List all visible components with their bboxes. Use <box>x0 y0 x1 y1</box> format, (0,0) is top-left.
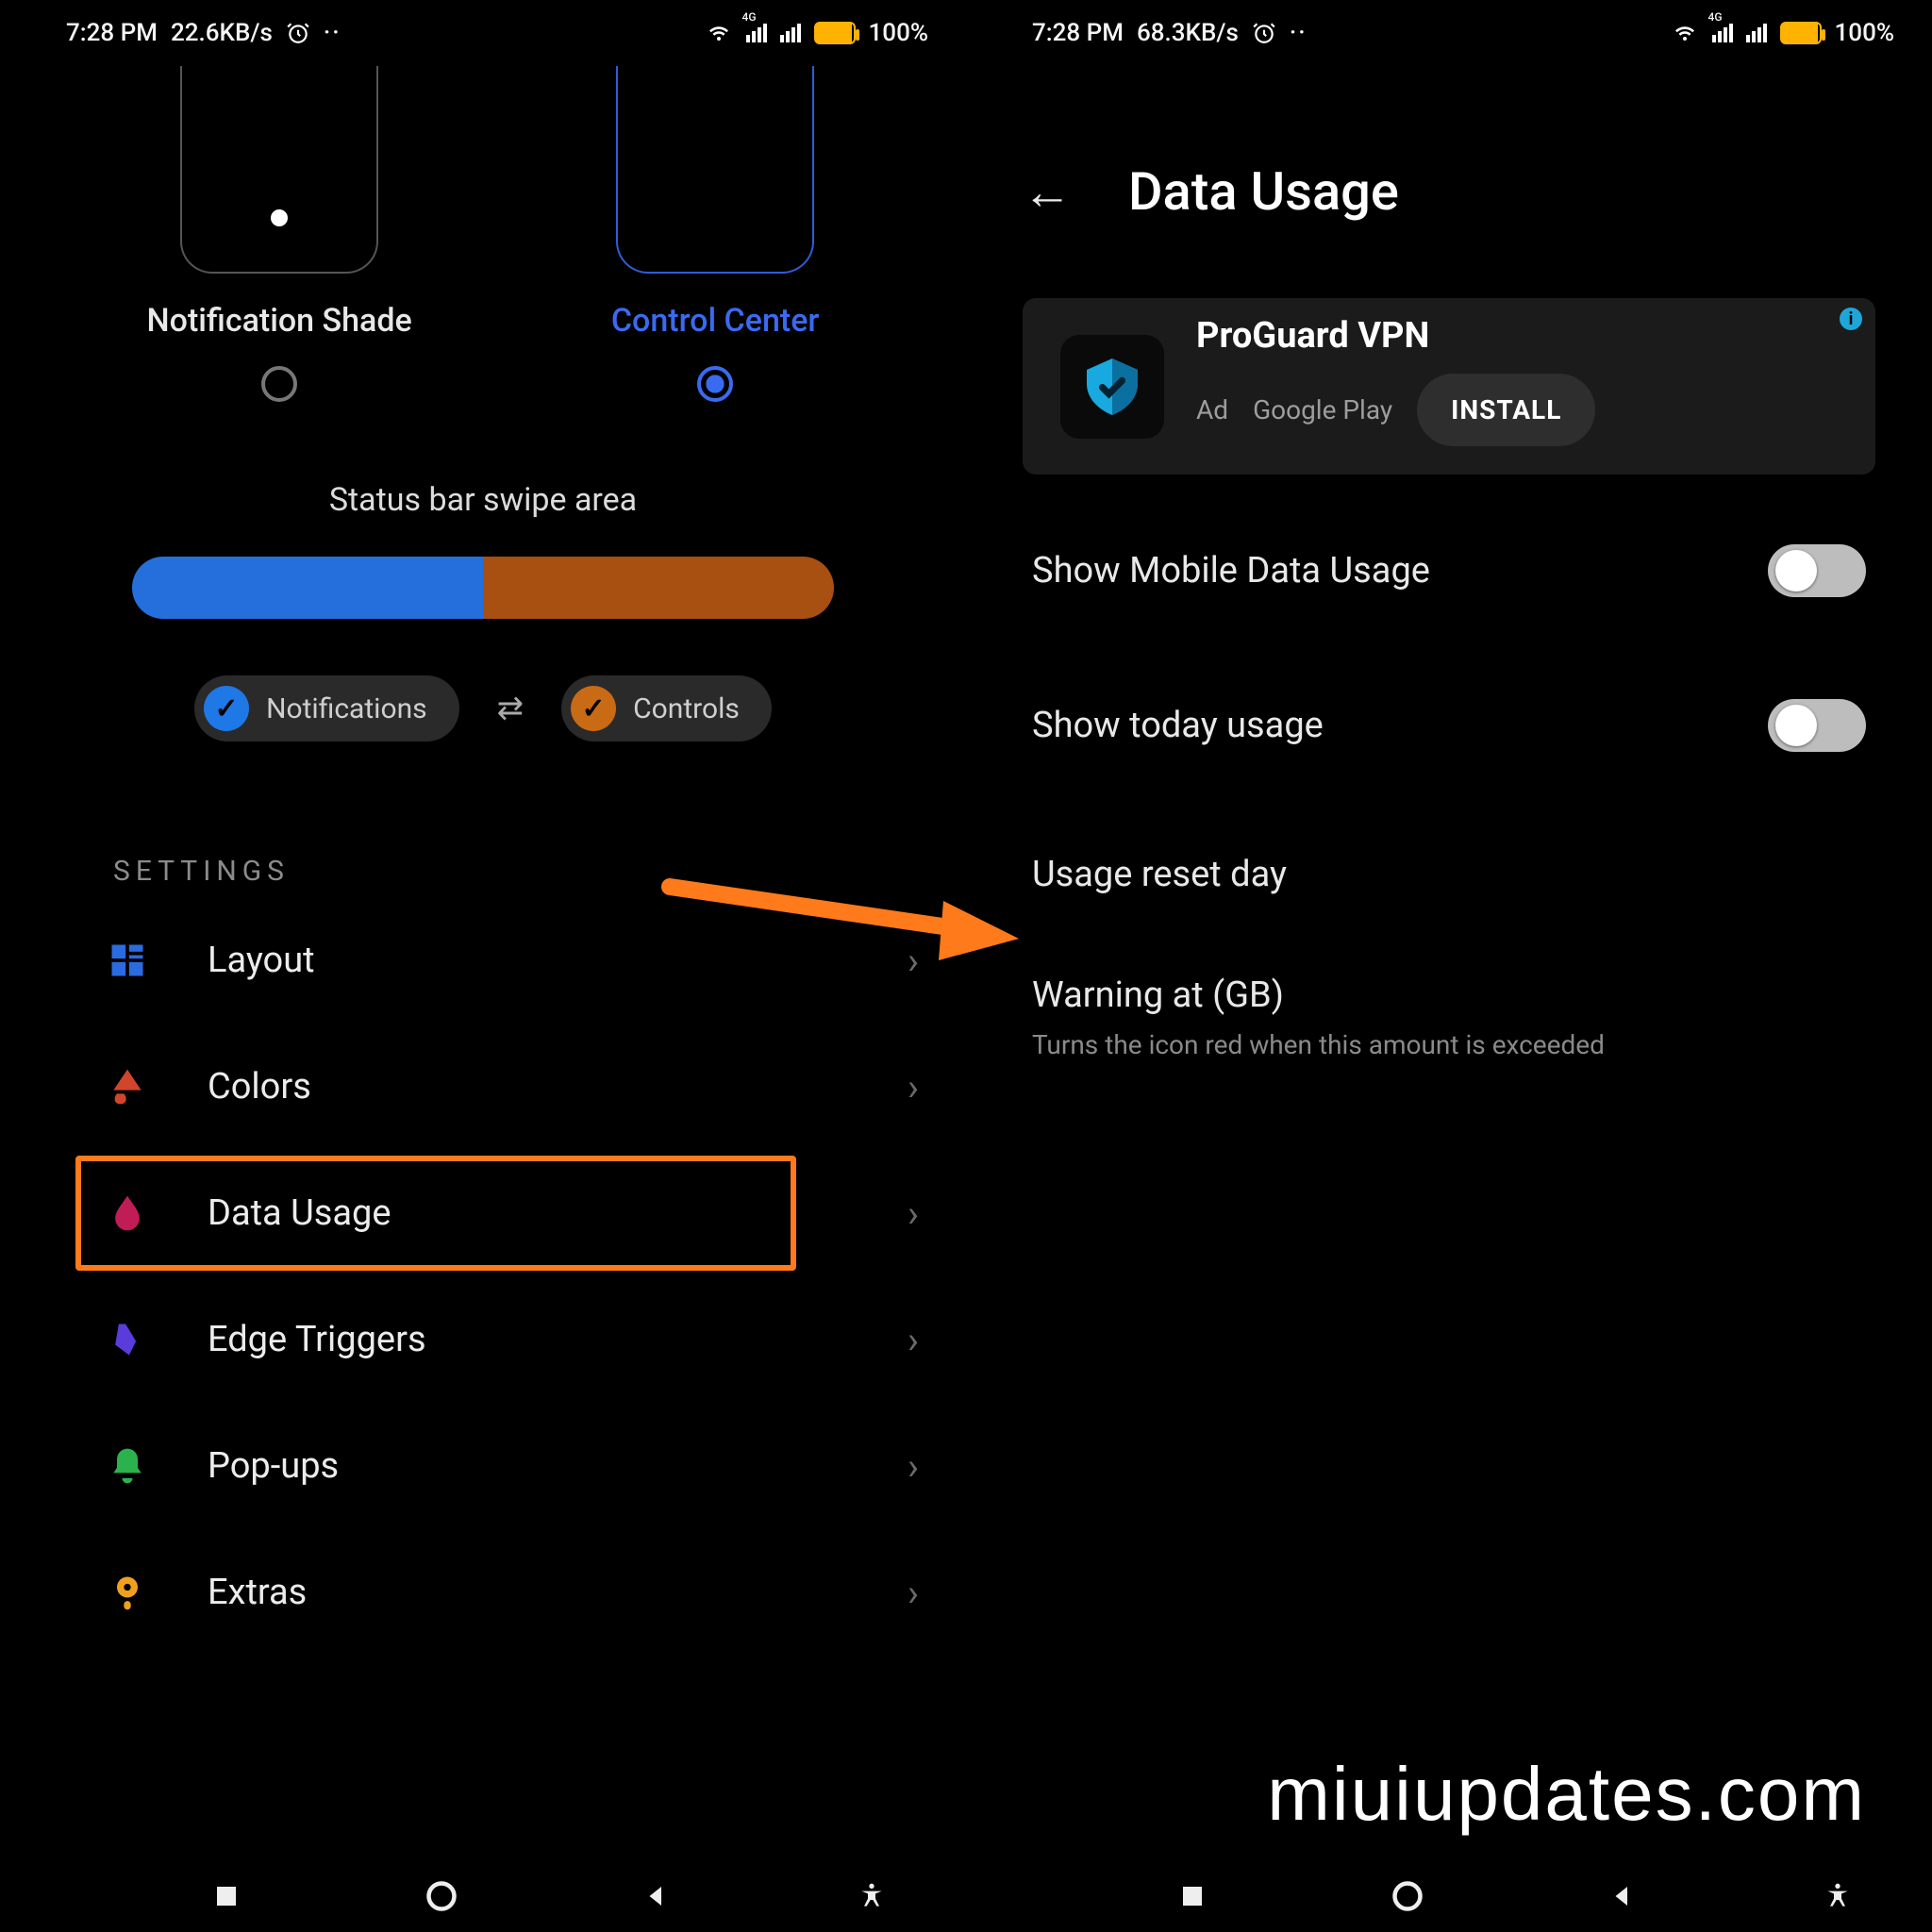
battery-icon <box>1780 22 1822 44</box>
nav-home-icon[interactable] <box>1389 1877 1426 1915</box>
chevron-right-icon: › <box>908 1444 919 1489</box>
chip-controls-label: Controls <box>633 692 740 725</box>
ad-tag: Ad <box>1196 394 1228 425</box>
ad-info-icon[interactable]: i <box>1840 308 1862 330</box>
setting-data-usage[interactable]: Data Usage › <box>0 1150 966 1276</box>
status-netspeed: 22.6KB/s <box>171 19 273 47</box>
signal-icon <box>1746 24 1767 42</box>
chip-notifications[interactable]: ✓ Notifications <box>194 675 459 741</box>
chevron-right-icon: › <box>908 939 919 983</box>
chip-notifications-label: Notifications <box>266 692 427 725</box>
pref-label: Show Mobile Data Usage <box>1032 550 1430 591</box>
wifi-icon <box>1671 22 1699 44</box>
more-dots-icon: ·· <box>324 19 341 47</box>
toggle-show-mobile[interactable] <box>1768 544 1866 597</box>
nav-home-icon[interactable] <box>423 1877 460 1915</box>
nav-back-icon[interactable] <box>1604 1877 1641 1915</box>
signal-icon <box>780 24 801 42</box>
setting-colors[interactable]: Colors › <box>0 1024 966 1150</box>
install-button[interactable]: INSTALL <box>1417 374 1595 446</box>
chevron-right-icon: › <box>908 1191 919 1236</box>
popups-icon <box>104 1442 151 1490</box>
setting-edge-triggers[interactable]: Edge Triggers › <box>0 1276 966 1403</box>
nav-bar <box>1174 1877 1857 1915</box>
setting-label: Extras <box>208 1572 851 1613</box>
status-battery-pct: 100% <box>869 19 928 47</box>
pref-subtitle: Turns the icon red when this amount is e… <box>1032 1025 1866 1065</box>
swipe-area-bar[interactable] <box>132 557 834 619</box>
radio-notification-shade[interactable] <box>261 366 297 402</box>
signal-4g-icon <box>1712 24 1733 42</box>
status-bar: 7:28 PM 22.6KB/s ·· 100% <box>0 0 966 47</box>
nav-bar <box>208 1877 891 1915</box>
nav-accessibility-icon[interactable] <box>853 1877 891 1915</box>
check-icon: ✓ <box>204 686 249 731</box>
ad-title: ProGuard VPN <box>1196 315 1847 357</box>
setting-layout[interactable]: Layout › <box>0 897 966 1024</box>
swipe-area-orange <box>483 557 834 619</box>
extras-icon <box>104 1569 151 1616</box>
pref-label: Warning at (GB) <box>1032 974 1866 1016</box>
nav-recent-icon[interactable] <box>208 1877 245 1915</box>
pref-reset-day[interactable]: Usage reset day <box>966 803 1932 946</box>
notification-shade-preview <box>180 66 378 274</box>
status-battery-pct: 100% <box>1835 19 1894 47</box>
toggle-show-today[interactable] <box>1768 699 1866 752</box>
pref-warning[interactable]: Warning at (GB) Turns the icon red when … <box>966 946 1932 1093</box>
alarm-icon <box>1252 21 1276 45</box>
back-arrow-icon[interactable]: ← <box>1023 163 1072 221</box>
status-bar: 7:28 PM 68.3KB/s ·· 100% <box>966 0 1932 47</box>
ad-card[interactable]: i ProGuard VPN Ad Google Play INSTALL <box>1023 298 1875 475</box>
page-title: Data Usage <box>1128 160 1399 223</box>
right-screenshot: 7:28 PM 68.3KB/s ·· 100% ← Data Usage <box>966 0 1932 1932</box>
ad-app-icon <box>1060 335 1164 439</box>
chip-controls[interactable]: ✓ Controls <box>561 675 772 741</box>
data-usage-icon <box>104 1190 151 1237</box>
colors-icon <box>104 1063 151 1110</box>
status-time: 7:28 PM <box>1032 19 1124 47</box>
swipe-area-blue <box>132 557 483 619</box>
swap-icon[interactable]: ⇄ <box>497 690 525 727</box>
nav-back-icon[interactable] <box>638 1877 675 1915</box>
setting-label: Edge Triggers <box>208 1319 851 1360</box>
watermark: miuiupdates.com <box>1267 1751 1866 1838</box>
chevron-right-icon: › <box>908 1065 919 1109</box>
pref-show-mobile[interactable]: Show Mobile Data Usage <box>966 493 1932 648</box>
check-icon: ✓ <box>571 686 616 731</box>
style-option-control-center[interactable]: Control Center <box>611 66 820 406</box>
edge-triggers-icon <box>104 1316 151 1363</box>
nav-recent-icon[interactable] <box>1174 1877 1211 1915</box>
notification-shade-label: Notification Shade <box>147 302 412 340</box>
chevron-right-icon: › <box>908 1571 919 1615</box>
setting-label: Pop-ups <box>208 1445 851 1487</box>
chevron-right-icon: › <box>908 1318 919 1362</box>
nav-accessibility-icon[interactable] <box>1819 1877 1857 1915</box>
status-time: 7:28 PM <box>66 19 158 47</box>
battery-icon <box>814 22 856 44</box>
setting-extras[interactable]: Extras › <box>0 1529 966 1656</box>
alarm-icon <box>286 21 310 45</box>
setting-label: Data Usage <box>208 1192 851 1234</box>
pref-label: Show today usage <box>1032 705 1324 746</box>
more-dots-icon: ·· <box>1290 19 1307 47</box>
pref-label: Usage reset day <box>1032 854 1287 895</box>
style-option-notification-shade[interactable]: Notification Shade <box>147 66 412 406</box>
section-settings-label: SETTINGS <box>113 855 966 888</box>
wifi-icon <box>705 22 733 44</box>
swipe-area-title: Status bar swipe area <box>0 481 966 519</box>
radio-control-center[interactable] <box>697 366 733 402</box>
setting-label: Layout <box>208 940 851 981</box>
control-center-preview <box>616 66 814 274</box>
control-center-label: Control Center <box>611 302 820 340</box>
pref-show-today[interactable]: Show today usage <box>966 648 1932 803</box>
setting-popups[interactable]: Pop-ups › <box>0 1403 966 1529</box>
ad-source: Google Play <box>1253 394 1392 425</box>
layout-icon <box>104 937 151 984</box>
signal-4g-icon <box>746 24 767 42</box>
left-screenshot: 7:28 PM 22.6KB/s ·· 100% <box>0 0 966 1932</box>
setting-label: Colors <box>208 1066 851 1108</box>
status-netspeed: 68.3KB/s <box>1137 19 1239 47</box>
